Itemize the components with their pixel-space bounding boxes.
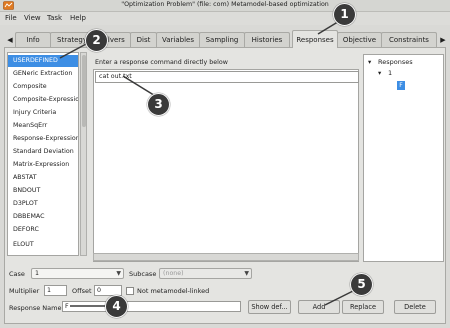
window-title: "Optimization Problem" (file: com) Metam… — [121, 1, 329, 8]
tree-toggle-icon[interactable]: ▾ — [378, 69, 381, 77]
chevron-down-icon: ▼ — [116, 270, 121, 277]
list-item[interactable]: Response-Expression — [8, 133, 78, 145]
callout-3: 3 — [147, 93, 170, 116]
callout-1: 1 — [333, 3, 356, 26]
response-type-list[interactable]: USERDEFINED GENeric Extraction Composite… — [7, 52, 79, 256]
tab-variables[interactable]: Variables — [156, 32, 200, 47]
list-item[interactable]: Composite — [8, 81, 78, 93]
callout-4: 4 — [105, 295, 128, 318]
list-item[interactable]: Composite-Expression — [8, 94, 78, 106]
tab-scroll-right-icon[interactable]: ▶ — [439, 34, 447, 46]
command-editor[interactable]: cat out.txt — [93, 69, 359, 262]
callout-2: 2 — [85, 29, 108, 52]
add-button[interactable]: Add — [298, 300, 340, 314]
list-item[interactable]: MeanSqErr — [8, 120, 78, 132]
tab-dist[interactable]: Dist — [130, 32, 157, 47]
tab-bar: ◀ Info Strategy Solvers Dist Variables S… — [0, 30, 450, 48]
tree-leaf-f[interactable]: F — [397, 81, 405, 90]
response-name-field[interactable]: F — [62, 301, 241, 312]
list-item[interactable]: Injury Criteria — [8, 107, 78, 119]
list-item[interactable]: GENeric Extraction — [8, 68, 78, 80]
list-item[interactable]: ELOUT — [8, 239, 78, 251]
tab-scroll-left-icon[interactable]: ◀ — [6, 34, 14, 46]
show-def-button[interactable]: Show def... — [248, 300, 291, 314]
multiplier-field[interactable]: 1 — [44, 285, 67, 296]
command-input[interactable]: cat out.txt — [95, 71, 359, 83]
responses-tree: ▾ Responses ▾ 1 F — [363, 54, 444, 262]
list-item[interactable]: BNDOUT — [8, 185, 78, 197]
replace-button[interactable]: Replace — [342, 300, 384, 314]
title-bar: "Optimization Problem" (file: com) Metam… — [0, 0, 450, 12]
case-label: Case — [9, 270, 25, 278]
tab-constraints[interactable]: Constraints — [381, 32, 437, 47]
tree-node-1[interactable]: 1 — [388, 69, 392, 77]
menu-file[interactable]: File — [5, 14, 17, 22]
tab-info[interactable]: Info — [15, 32, 51, 47]
delete-button[interactable]: Delete — [394, 300, 436, 314]
command-prompt-label: Enter a response command directly below — [95, 59, 228, 66]
tree-root[interactable]: Responses — [378, 58, 413, 66]
list-item[interactable]: DEFORC — [8, 224, 78, 236]
multiplier-label: Multiplier — [9, 287, 40, 295]
list-scrollbar-thumb[interactable] — [82, 55, 86, 127]
offset-label: Offset — [72, 287, 92, 295]
menu-bar: File View Task Help — [0, 12, 450, 25]
menu-task[interactable]: Task — [47, 14, 62, 22]
list-item[interactable]: D3PLOT — [8, 198, 78, 210]
response-name-label: Response Name — [9, 304, 62, 312]
tab-responses[interactable]: Responses — [292, 30, 338, 48]
list-item[interactable]: Matrix-Expression — [8, 159, 78, 171]
subcase-value: (none) — [163, 270, 184, 277]
not-metamodel-label: Not metamodel-linked — [137, 287, 210, 295]
list-item[interactable]: Standard Deviation — [8, 146, 78, 158]
menu-help[interactable]: Help — [70, 14, 86, 22]
not-metamodel-checkbox[interactable] — [126, 287, 134, 295]
list-item[interactable]: ABSTAT — [8, 172, 78, 184]
list-scrollbar[interactable] — [80, 52, 87, 256]
tab-sampling[interactable]: Sampling — [199, 32, 245, 47]
callout-5: 5 — [350, 273, 373, 296]
tab-objective[interactable]: Objective — [337, 32, 382, 47]
command-hscrollbar[interactable] — [93, 253, 359, 261]
list-item[interactable]: USERDEFINED — [8, 55, 78, 67]
case-select[interactable]: 1 ▼ — [31, 268, 124, 279]
subcase-select[interactable]: (none) ▼ — [159, 268, 252, 279]
chevron-down-icon: ▼ — [244, 270, 249, 277]
menu-view[interactable]: View — [24, 14, 41, 22]
tree-toggle-icon[interactable]: ▾ — [368, 58, 371, 66]
tab-histories[interactable]: Histories — [244, 32, 290, 47]
subcase-label: Subcase — [129, 270, 157, 278]
list-item[interactable]: DBBEMAC — [8, 211, 78, 223]
case-value: 1 — [35, 270, 40, 277]
